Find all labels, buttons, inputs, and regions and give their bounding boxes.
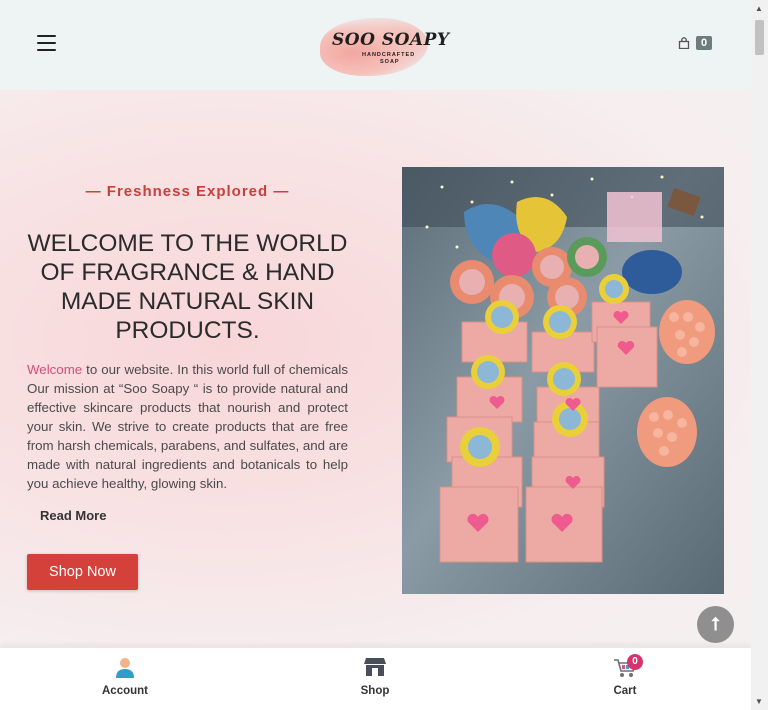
hamburger-icon[interactable] bbox=[37, 35, 56, 51]
back-to-top-button[interactable]: ⭡ bbox=[697, 606, 734, 643]
site-header: SOO SOAPY HANDCRAFTED SOAP 0 bbox=[0, 0, 751, 90]
hero-section: — Freshness Explored — WELCOME TO THE WO… bbox=[0, 90, 751, 650]
page-scrollbar[interactable]: ▲ ▼ bbox=[751, 0, 768, 710]
soap-product-photo bbox=[402, 167, 724, 594]
nav-cart-label: Cart bbox=[613, 685, 637, 697]
store-icon bbox=[315, 657, 435, 681]
arrow-up-icon: ⭡ bbox=[711, 614, 720, 634]
site-logo[interactable]: SOO SOAPY HANDCRAFTED SOAP bbox=[316, 12, 449, 78]
logo-subtitle: HANDCRAFTED bbox=[362, 52, 416, 58]
scroll-thumb[interactable] bbox=[755, 20, 764, 55]
nav-account[interactable]: Account bbox=[65, 648, 185, 710]
intro-highlight: Welcome bbox=[27, 362, 83, 377]
nav-cart-badge: 0 bbox=[627, 654, 643, 670]
hero-intro: Welcome to our website. In this world fu… bbox=[27, 360, 348, 493]
scroll-down-arrow-icon[interactable]: ▼ bbox=[755, 697, 763, 706]
page: SOO SOAPY HANDCRAFTED SOAP 0 — Freshness… bbox=[0, 0, 751, 710]
nav-shop-label: Shop bbox=[360, 685, 390, 697]
nav-cart[interactable]: 0 Cart bbox=[565, 648, 685, 710]
hero-headline: WELCOME TO THE WORLD OF FRAGRANCE & HAND… bbox=[27, 230, 348, 344]
logo-title: SOO SOAPY bbox=[332, 30, 450, 50]
header-cart-button[interactable]: 0 bbox=[678, 36, 713, 50]
shopping-bag-icon bbox=[678, 37, 690, 49]
header-cart-count: 0 bbox=[696, 36, 713, 50]
cart-icon bbox=[565, 657, 685, 681]
nav-shop[interactable]: Shop bbox=[315, 648, 435, 710]
nav-account-label: Account bbox=[102, 685, 148, 697]
shop-now-button[interactable]: Shop Now bbox=[27, 554, 138, 590]
bottom-navigation: Account Shop 0 Cart bbox=[0, 647, 751, 710]
logo-subtitle-2: SOAP bbox=[380, 59, 400, 65]
scroll-up-arrow-icon[interactable]: ▲ bbox=[755, 4, 763, 13]
read-more-link[interactable]: Read More bbox=[40, 508, 106, 523]
hero-tagline: — Freshness Explored — bbox=[85, 183, 290, 200]
user-icon bbox=[65, 657, 185, 681]
intro-text: to our website. In this world full of ch… bbox=[27, 362, 348, 491]
